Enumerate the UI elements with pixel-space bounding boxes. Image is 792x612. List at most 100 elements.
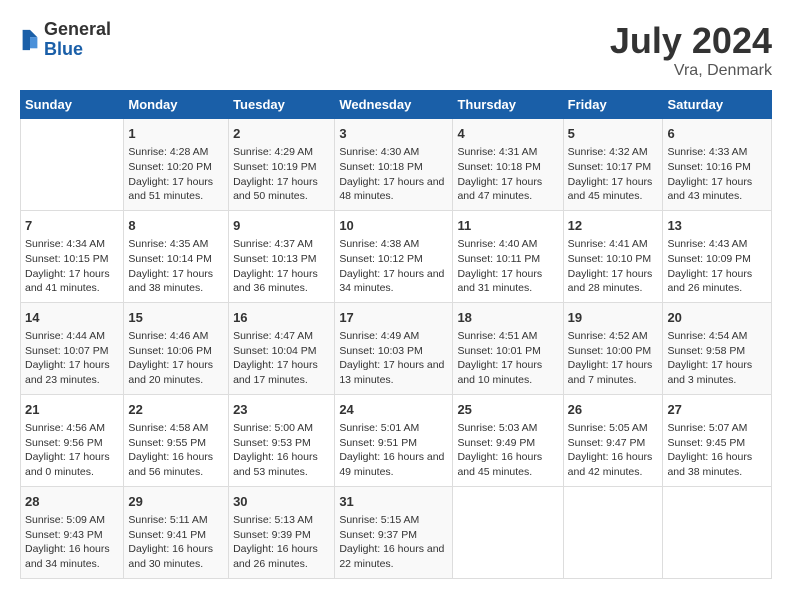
day-info-line: Sunset: 9:55 PM xyxy=(128,436,224,451)
calendar-cell: 30Sunrise: 5:13 AMSunset: 9:39 PMDayligh… xyxy=(229,486,335,578)
day-info-line: Sunrise: 4:38 AM xyxy=(339,237,448,252)
calendar-cell: 17 Sunrise: 4:49 AMSunset: 10:03 PMDaylig… xyxy=(335,302,453,394)
day-info-line: Daylight: 16 hours and 30 minutes. xyxy=(128,542,224,571)
calendar-header-row: SundayMondayTuesdayWednesdayThursdayFrid… xyxy=(21,91,772,119)
day-info-line: Sunrise: 4:49 AM xyxy=(339,329,448,344)
subtitle: Vra, Denmark xyxy=(610,62,772,80)
column-header-wednesday: Wednesday xyxy=(335,91,453,119)
calendar-week-row: 28Sunrise: 5:09 AMSunset: 9:43 PMDayligh… xyxy=(21,486,772,578)
day-number: 27 xyxy=(667,401,767,419)
column-header-monday: Monday xyxy=(124,91,229,119)
calendar-cell: 4Sunrise: 4:31 AMSunset: 10:18 PMDayligh… xyxy=(453,119,563,211)
calendar-cell: 11Sunrise: 4:40 AMSunset: 10:11 PMDaylig… xyxy=(453,210,563,302)
day-info-line: Sunset: 9:51 PM xyxy=(339,436,448,451)
day-info-line: Sunset: 10:16 PM xyxy=(667,160,767,175)
calendar-cell: 18 Sunrise: 4:51 AMSunset: 10:01 PMDaylig… xyxy=(453,302,563,394)
calendar-cell: 15Sunrise: 4:46 AMSunset: 10:06 PMDaylig… xyxy=(124,302,229,394)
day-info-line: Daylight: 17 hours and 38 minutes. xyxy=(128,267,224,296)
logo-text-blue: Blue xyxy=(44,40,111,60)
day-number: 30 xyxy=(233,493,330,511)
calendar-cell: 16Sunrise: 4:47 AMSunset: 10:04 PMDaylig… xyxy=(229,302,335,394)
column-header-sunday: Sunday xyxy=(21,91,124,119)
calendar-cell: 3Sunrise: 4:30 AMSunset: 10:18 PMDayligh… xyxy=(335,119,453,211)
day-number: 17 xyxy=(339,309,448,327)
day-info-line: Sunset: 9:47 PM xyxy=(568,436,659,451)
day-info-line: Sunrise: 4:30 AM xyxy=(339,145,448,160)
calendar-cell: 25Sunrise: 5:03 AMSunset: 9:49 PMDayligh… xyxy=(453,394,563,486)
day-info-line: Daylight: 17 hours and 28 minutes. xyxy=(568,267,659,296)
day-info-line: Daylight: 17 hours and 43 minutes. xyxy=(667,175,767,204)
calendar-table: SundayMondayTuesdayWednesdayThursdayFrid… xyxy=(20,90,772,579)
day-number: 1 xyxy=(128,125,224,143)
day-number: 29 xyxy=(128,493,224,511)
day-info-line: Sunset: 10:14 PM xyxy=(128,252,224,267)
day-info-line: Daylight: 17 hours and 20 minutes. xyxy=(128,358,224,387)
main-title: July 2024 xyxy=(610,20,772,62)
day-number: 14 xyxy=(25,309,119,327)
day-info-line: Sunrise: 5:11 AM xyxy=(128,513,224,528)
day-info-line: Sunrise: 4:29 AM xyxy=(233,145,330,160)
day-info-line: Sunrise: 4:35 AM xyxy=(128,237,224,252)
day-info-line: Daylight: 16 hours and 38 minutes. xyxy=(667,450,767,479)
calendar-cell: 14Sunrise: 4:44 AMSunset: 10:07 PMDaylig… xyxy=(21,302,124,394)
day-info-line: Sunset: 10:09 PM xyxy=(667,252,767,267)
day-info-line: Sunrise: 4:54 AM xyxy=(667,329,767,344)
day-number: 24 xyxy=(339,401,448,419)
day-number: 23 xyxy=(233,401,330,419)
day-info-line: Daylight: 17 hours and 41 minutes. xyxy=(25,267,119,296)
day-info-line: Daylight: 16 hours and 42 minutes. xyxy=(568,450,659,479)
day-info-line: Daylight: 17 hours and 31 minutes. xyxy=(457,267,558,296)
day-number: 20 xyxy=(667,309,767,327)
calendar-cell xyxy=(21,119,124,211)
day-info-line: Sunset: 10:03 PM xyxy=(339,344,448,359)
calendar-cell: 1Sunrise: 4:28 AMSunset: 10:20 PMDayligh… xyxy=(124,119,229,211)
day-number: 2 xyxy=(233,125,330,143)
calendar-cell: 19Sunrise: 4:52 AMSunset: 10:00 PMDaylig… xyxy=(563,302,663,394)
day-number: 18 xyxy=(457,309,558,327)
calendar-cell: 28Sunrise: 5:09 AMSunset: 9:43 PMDayligh… xyxy=(21,486,124,578)
day-info-line: Sunrise: 4:37 AM xyxy=(233,237,330,252)
day-info-line: Sunrise: 4:33 AM xyxy=(667,145,767,160)
day-info-line: Sunset: 10:01 PM xyxy=(457,344,558,359)
calendar-week-row: 7Sunrise: 4:34 AMSunset: 10:15 PMDayligh… xyxy=(21,210,772,302)
day-info-line: Daylight: 16 hours and 26 minutes. xyxy=(233,542,330,571)
calendar-cell: 21Sunrise: 4:56 AMSunset: 9:56 PMDayligh… xyxy=(21,394,124,486)
calendar-cell: 8Sunrise: 4:35 AMSunset: 10:14 PMDayligh… xyxy=(124,210,229,302)
day-info-line: Sunset: 10:13 PM xyxy=(233,252,330,267)
calendar-cell: 9Sunrise: 4:37 AMSunset: 10:13 PMDayligh… xyxy=(229,210,335,302)
day-number: 26 xyxy=(568,401,659,419)
calendar-cell: 22Sunrise: 4:58 AMSunset: 9:55 PMDayligh… xyxy=(124,394,229,486)
day-info-line: Sunrise: 5:05 AM xyxy=(568,421,659,436)
day-info-line: Sunrise: 4:41 AM xyxy=(568,237,659,252)
day-info-line: Daylight: 17 hours and 13 minutes. xyxy=(339,358,448,387)
day-info-line: Sunset: 10:18 PM xyxy=(457,160,558,175)
column-header-friday: Friday xyxy=(563,91,663,119)
calendar-cell xyxy=(663,486,772,578)
day-info-line: Sunset: 9:58 PM xyxy=(667,344,767,359)
day-info-line: Daylight: 17 hours and 48 minutes. xyxy=(339,175,448,204)
day-number: 10 xyxy=(339,217,448,235)
column-header-tuesday: Tuesday xyxy=(229,91,335,119)
logo-text-general: General xyxy=(44,20,111,40)
day-info-line: Daylight: 17 hours and 10 minutes. xyxy=(457,358,558,387)
day-info-line: Sunrise: 4:34 AM xyxy=(25,237,119,252)
day-info-line: Sunset: 9:43 PM xyxy=(25,528,119,543)
day-info-line: Sunset: 9:39 PM xyxy=(233,528,330,543)
day-info-line: Sunrise: 4:51 AM xyxy=(457,329,558,344)
day-number: 19 xyxy=(568,309,659,327)
calendar-cell: 13Sunrise: 4:43 AMSunset: 10:09 PMDaylig… xyxy=(663,210,772,302)
day-info-line: Sunset: 10:19 PM xyxy=(233,160,330,175)
calendar-cell: 24Sunrise: 5:01 AMSunset: 9:51 PMDayligh… xyxy=(335,394,453,486)
day-info-line: Sunrise: 4:44 AM xyxy=(25,329,119,344)
day-info-line: Sunset: 9:49 PM xyxy=(457,436,558,451)
day-info-line: Sunrise: 4:47 AM xyxy=(233,329,330,344)
day-info-line: Daylight: 17 hours and 45 minutes. xyxy=(568,175,659,204)
day-number: 3 xyxy=(339,125,448,143)
calendar-cell: 7Sunrise: 4:34 AMSunset: 10:15 PMDayligh… xyxy=(21,210,124,302)
day-info-line: Daylight: 17 hours and 23 minutes. xyxy=(25,358,119,387)
day-info-line: Sunrise: 5:15 AM xyxy=(339,513,448,528)
day-info-line: Daylight: 17 hours and 17 minutes. xyxy=(233,358,330,387)
day-info-line: Sunrise: 5:09 AM xyxy=(25,513,119,528)
calendar-week-row: 21Sunrise: 4:56 AMSunset: 9:56 PMDayligh… xyxy=(21,394,772,486)
column-header-saturday: Saturday xyxy=(663,91,772,119)
